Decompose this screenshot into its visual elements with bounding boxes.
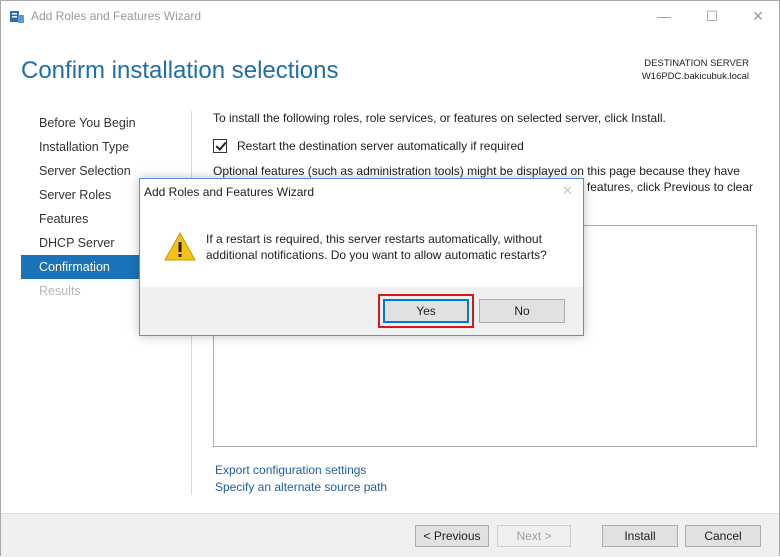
next-button: Next > [497,525,571,547]
intro-text: To install the following roles, role ser… [213,111,666,125]
optional-text-line1: Optional features (such as administratio… [213,164,740,178]
warning-icon [164,231,196,261]
minimize-button[interactable]: — [641,1,687,31]
previous-button[interactable]: < Previous [415,525,489,547]
wizard-footer: < Previous Next > Install Cancel [1,513,779,557]
export-config-link[interactable]: Export configuration settings [215,463,366,477]
maximize-button[interactable]: ☐ [689,1,735,31]
no-button[interactable]: No [479,299,565,323]
cancel-button[interactable]: Cancel [685,525,761,547]
install-button[interactable]: Install [602,525,678,547]
close-window-button[interactable]: ✕ [735,1,780,31]
dialog-footer: Yes No [140,287,583,335]
dialog-message: If a restart is required, this server re… [206,232,547,262]
nav-item-confirmation[interactable]: Confirmation [21,255,141,279]
restart-checkbox[interactable] [213,139,227,153]
nav-item-installation-type[interactable]: Installation Type [21,135,191,159]
restart-checkbox-label[interactable]: Restart the destination server automatic… [237,139,524,153]
nav-item-before-you-begin[interactable]: Before You Begin [21,111,191,135]
restart-confirm-dialog: Add Roles and Features Wizard ✕ If a res… [139,178,584,336]
destination-server-value: W16PDC.bakicubuk.local [641,71,749,82]
destination-server-label: DESTINATION SERVER [644,58,749,69]
destination-server: DESTINATION SERVER W16PDC.bakicubuk.loca… [642,57,749,83]
wizard-window: Add Roles and Features Wizard — ☐ ✕ Conf… [0,0,780,557]
title-bar: Add Roles and Features Wizard — ☐ ✕ [1,1,779,31]
dialog-title: Add Roles and Features Wizard [144,185,315,199]
restart-option[interactable]: Restart the destination server automatic… [213,139,524,153]
page-title: Confirm installation selections [21,57,339,84]
yes-button[interactable]: Yes [378,294,474,328]
dialog-close-icon[interactable]: ✕ [562,183,573,199]
window-title: Add Roles and Features Wizard [31,9,202,23]
alternate-source-link[interactable]: Specify an alternate source path [215,480,387,494]
server-manager-icon [10,11,24,23]
